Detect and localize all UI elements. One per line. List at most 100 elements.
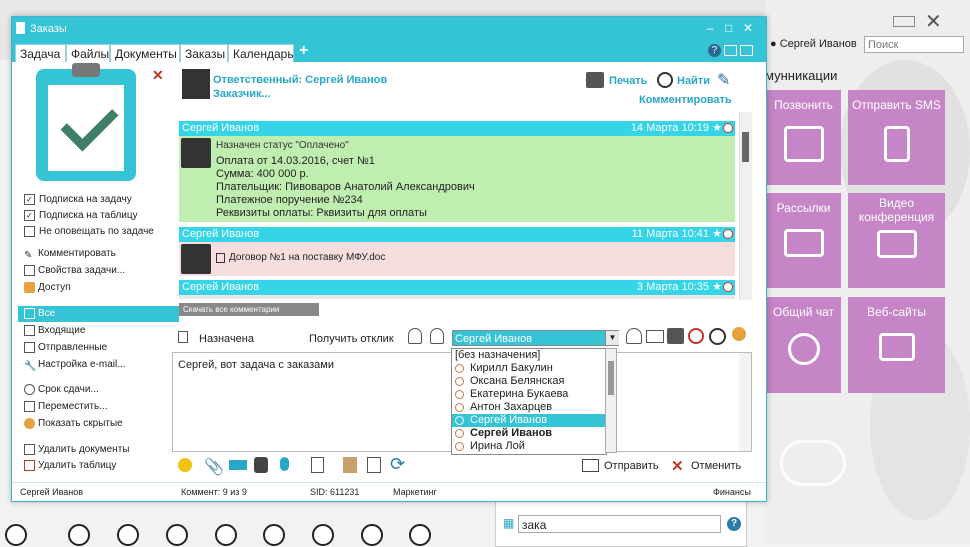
filter-inbox[interactable]: Входящие [24,323,85,339]
minimize-button[interactable]: – [707,21,714,35]
paperclip-icon[interactable]: 📎 [204,457,224,477]
filter-all[interactable]: Все [18,306,179,322]
window-restore-icon[interactable] [893,16,915,27]
android-icon[interactable] [409,524,431,546]
checkbox[interactable] [24,225,35,237]
assign-user-icon[interactable] [626,328,642,344]
microphone-icon[interactable] [280,457,289,471]
attach-document-icon[interactable] [311,457,324,473]
star-icon[interactable]: ★ [712,280,722,295]
subscribe-table-checkbox[interactable]: ✓ Подписка на таблицу [24,208,138,224]
tab-orders[interactable]: Заказы [180,44,228,62]
subscribe-task-checkbox[interactable]: ✓ Подписка на задачу [24,192,132,208]
download-all-button[interactable]: Скачать все комментарии [179,303,319,316]
dropdown-option[interactable]: Екатерина Букаева [452,388,606,401]
maximize-button[interactable]: □ [725,21,732,35]
close-task-icon[interactable]: ✕ [152,67,164,84]
delete-table-action[interactable]: Удалить таблицу [24,458,116,474]
access-action[interactable]: Доступ [24,280,71,296]
print-button[interactable]: Печать [609,75,647,87]
pencil-icon[interactable]: ✎ [717,70,730,90]
save-icon[interactable] [216,253,225,263]
clipboard-icon[interactable] [343,457,357,473]
menu-icon[interactable] [5,524,27,546]
alarm-clock-icon[interactable] [709,328,726,345]
mail-icon[interactable] [68,524,90,546]
find-button[interactable]: Найти [677,75,710,87]
checkbox[interactable]: ✓ [24,193,35,205]
person-add-icon[interactable] [430,328,444,344]
add-tab-button[interactable]: + [299,42,308,60]
dropdown-option[interactable]: Сергей Иванов [452,427,606,440]
search-icon[interactable] [657,72,673,88]
desktop-user[interactable]: ● Сергей Иванов [770,38,857,50]
deadline-action[interactable]: Срок сдачи... [24,382,99,398]
compose-scrollbar[interactable] [739,353,751,451]
cancel-button[interactable]: Отменить [691,460,741,472]
assignee-dropdown[interactable]: [без назначения] Кирилл Бакулин Оксана Б… [451,348,607,455]
filter-sent[interactable]: Отправленные [24,340,107,356]
medical-icon[interactable] [263,524,285,546]
chat-icon[interactable] [117,524,139,546]
tab-task[interactable]: Задача [15,44,66,62]
close-button[interactable]: ✕ [743,21,753,35]
scanner-icon[interactable] [229,460,247,470]
printer-icon[interactable] [586,72,604,88]
printer-icon[interactable] [667,328,684,344]
dropdown-option[interactable]: Ирина Лой [452,440,606,453]
email-icon[interactable] [740,45,753,56]
smiley-icon[interactable] [178,458,192,472]
delete-documents-action[interactable]: Удалить документы [24,442,129,458]
checkbox[interactable]: ✓ [24,209,35,221]
star-icon[interactable]: ★ [712,227,722,242]
tile-mailing[interactable]: Рассылки [766,193,841,288]
settings-icon[interactable] [724,45,737,56]
person-icon[interactable] [408,328,422,344]
bottom-search-field[interactable]: зака [518,515,721,533]
scrollbar-thumb[interactable] [742,132,749,162]
dropdown-option-selected[interactable]: Сергей Иванов [452,414,606,427]
apple-icon[interactable] [361,524,383,546]
settings-icon[interactable] [166,524,188,546]
comment-button[interactable]: Комментировать [639,94,732,106]
move-action[interactable]: Переместить... [24,399,108,415]
help-icon[interactable]: ? [727,517,741,531]
scrollbar-thumb[interactable] [608,361,614,395]
tab-calendar[interactable]: Календарь [228,44,294,62]
database-icon[interactable] [254,457,268,473]
help-icon[interactable]: ? [708,44,721,57]
attachment-link[interactable]: Договор №1 на поставку МФУ.doc [229,252,385,263]
star-icon[interactable]: ★ [712,121,722,136]
tile-video[interactable]: Видео конференция [848,193,945,288]
task-properties-action[interactable]: Свойства задачи... [24,263,125,279]
close-icon[interactable]: ✕ [925,12,942,32]
email-icon[interactable] [646,330,664,343]
email-settings[interactable]: 🔧 Настройка e-mail... [24,357,126,373]
phone-icon[interactable] [312,524,334,546]
responsible-link[interactable]: Ответственный: Сергей Иванов [213,74,387,86]
comment-action[interactable]: ✎ Комментировать [24,246,116,262]
dropdown-option[interactable]: [без назначения] [452,349,606,362]
show-hidden-action[interactable]: Показать скрытые [24,416,123,432]
search-input[interactable] [864,36,964,53]
dropdown-option[interactable]: Оксана Белянская [452,375,606,388]
assignee-select[interactable]: Сергей Иванов [452,330,619,346]
windows-icon[interactable] [215,524,237,546]
customer-link[interactable]: Заказчик... [213,88,271,100]
pie-chart-icon[interactable] [688,328,704,344]
copy-icon[interactable] [367,457,381,473]
tile-call[interactable]: Позвонить [766,90,841,185]
tile-sms[interactable]: Отправить SMS [848,90,945,185]
refresh-icon[interactable]: ⟳ [390,455,405,473]
send-button[interactable]: Отправить [604,460,659,472]
tab-files[interactable]: Файлы [66,44,110,62]
dropdown-option[interactable]: Кирилл Бакулин [452,362,606,375]
medal-icon[interactable] [732,327,746,341]
dropdown-option[interactable]: Антон Захарцев [452,401,606,414]
tab-documents[interactable]: Документы [110,44,180,62]
chevron-down-icon[interactable]: ▼ [605,331,619,345]
tile-chat[interactable]: Общий чат [766,297,841,393]
messages-scrollbar[interactable] [739,112,752,300]
dropdown-scrollbar[interactable] [605,348,617,453]
tile-websites[interactable]: Веб-сайты [848,297,945,393]
